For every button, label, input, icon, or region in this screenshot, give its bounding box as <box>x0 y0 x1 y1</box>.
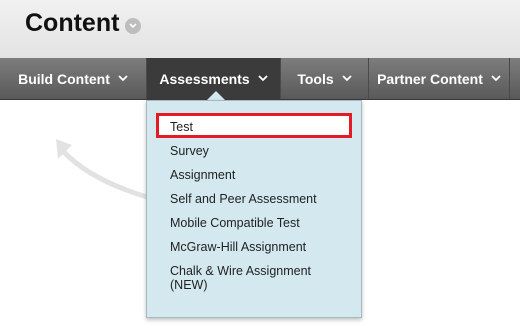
nav-label: Partner Content <box>377 70 483 87</box>
chevron-down-icon <box>118 75 128 82</box>
menu-item-assignment[interactable]: Assignment <box>170 168 235 182</box>
menu-item-self-peer-assessment[interactable]: Self and Peer Assessment <box>170 192 317 206</box>
menu-pointer <box>207 91 225 100</box>
page-title: Content <box>25 9 142 38</box>
chevron-down-icon <box>491 75 501 82</box>
nav-label: Build Content <box>18 70 110 87</box>
nav-partner-content[interactable]: Partner Content <box>369 58 510 99</box>
nav-build-content[interactable]: Build Content <box>0 58 147 99</box>
menu-item-chalk-wire-new[interactable]: (NEW) <box>170 278 208 292</box>
nav-label: Assessments <box>159 70 250 87</box>
menu-item-test[interactable]: Test <box>170 120 193 134</box>
page-title-text: Content <box>25 9 120 37</box>
menu-item-survey[interactable]: Survey <box>170 144 209 158</box>
menu-item-mobile-compatible-test[interactable]: Mobile Compatible Test <box>170 216 300 230</box>
course-tool-navbar: Build Content Assessments Tools Partner … <box>0 58 520 100</box>
chevron-down-icon <box>342 75 352 82</box>
menu-item-chalk-wire-assignment[interactable]: Chalk & Wire Assignment <box>170 264 311 278</box>
curved-arrow-icon <box>56 139 160 203</box>
nav-label: Tools <box>297 70 334 87</box>
nav-tools[interactable]: Tools <box>281 58 369 99</box>
title-menu-chevron-icon[interactable] <box>125 17 142 34</box>
page-header: Content <box>0 0 520 58</box>
menu-item-mcgraw-hill-assignment[interactable]: McGraw-Hill Assignment <box>170 240 306 254</box>
chevron-down-icon <box>258 75 268 82</box>
